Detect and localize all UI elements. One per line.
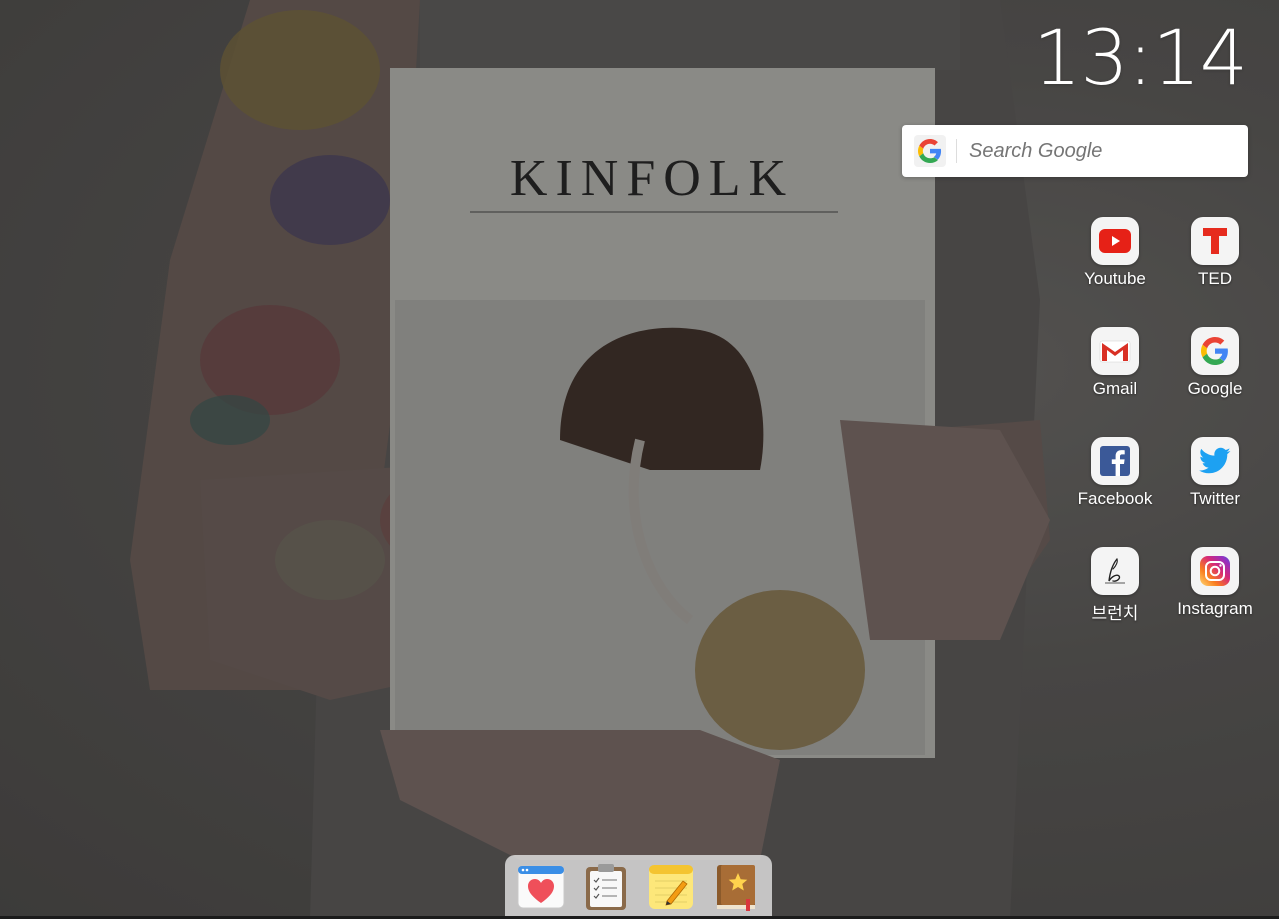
clipboard-checklist-icon[interactable] [580,861,632,913]
shortcut-label: Twitter [1189,489,1241,508]
search-divider [956,139,957,163]
shortcut-twitter[interactable]: Twitter [1165,437,1265,509]
shortcut-label: Youtube [1084,269,1146,288]
search-input[interactable] [967,138,1231,164]
shortcut-label: Facebook [1077,489,1153,508]
bookmark-book-star-icon[interactable] [710,861,762,913]
google-icon [1191,327,1239,375]
dock [505,855,772,919]
brunch-icon [1091,547,1139,595]
google-g-icon [914,135,946,167]
shortcut-google[interactable]: Google [1165,327,1265,399]
instagram-icon [1191,547,1239,595]
search-box[interactable] [902,125,1248,177]
twitter-icon [1191,437,1239,485]
notes-pencil-icon[interactable] [645,861,697,913]
shortcut-facebook[interactable]: Facebook [1065,437,1165,509]
shortcut-gmail[interactable]: Gmail [1065,327,1165,399]
shortcut-label: Gmail [1092,379,1138,398]
shortcut-label: 브런치 [1091,604,1139,623]
shortcut-label: TED [1198,269,1232,288]
shortcut-brunch[interactable]: 브런치 [1065,547,1165,624]
shortcut-youtube[interactable]: Youtube [1065,217,1165,289]
shortcut-label: Instagram [1177,599,1253,618]
gmail-icon [1091,327,1139,375]
favorites-heart-icon[interactable] [515,861,567,913]
youtube-icon [1091,217,1139,265]
shortcut-ted[interactable]: TED [1165,217,1265,289]
shortcut-label: Google [1187,379,1243,398]
clock: 13:14 [1032,13,1248,102]
shortcut-instagram[interactable]: Instagram [1165,547,1265,619]
ted-icon [1191,217,1239,265]
facebook-icon [1091,437,1139,485]
